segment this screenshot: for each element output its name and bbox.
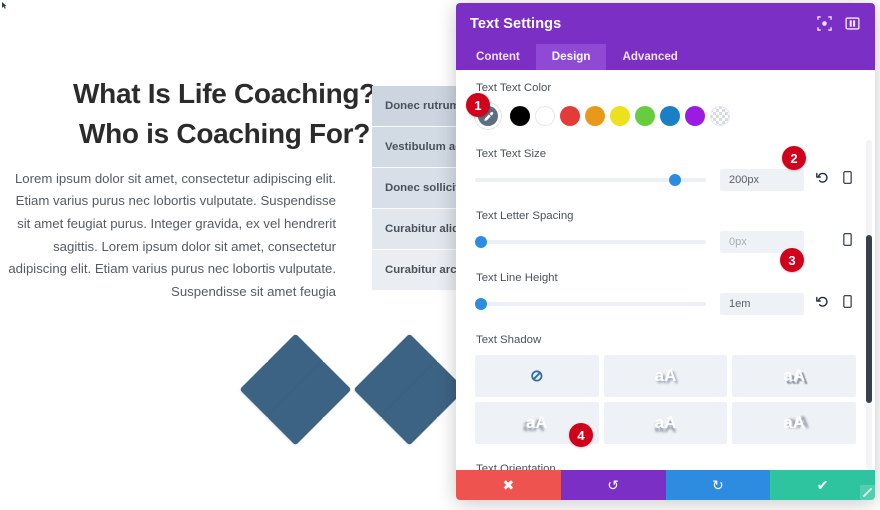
annotation-badge-1: 1 <box>466 93 490 117</box>
field-text-line-height: Text Line Height 1em <box>475 272 856 315</box>
field-label: Text Letter Spacing <box>476 210 574 222</box>
headline-line-1: What Is Life Coaching? <box>73 78 376 109</box>
swatch-orange[interactable] <box>585 106 605 126</box>
focus-icon[interactable] <box>816 15 833 32</box>
shadow-preview-glyph: aA <box>654 366 677 385</box>
mobile-icon[interactable] <box>838 233 856 251</box>
slider-knob[interactable] <box>669 174 682 186</box>
resize-handle-icon[interactable] <box>860 485 875 500</box>
modal-body: Text Text Color Text Text Size 200px Tex… <box>456 70 875 470</box>
field-label: Text Orientation <box>476 463 556 470</box>
shadow-preview-glyph: aA <box>783 366 806 385</box>
undo-icon[interactable] <box>813 171 831 189</box>
diamond-graphic-left <box>239 333 352 446</box>
tab-design[interactable]: Design <box>535 44 607 70</box>
redo-button[interactable]: ↻ <box>665 470 771 500</box>
mobile-icon[interactable] <box>838 171 856 189</box>
scrollbar-thumb[interactable] <box>866 235 872 403</box>
swatch-black[interactable] <box>510 106 530 126</box>
slider-track <box>475 240 706 244</box>
annotation-badge-4: 4 <box>569 423 593 447</box>
swatch-transparent[interactable] <box>710 106 730 126</box>
slider-row: 1em <box>475 293 856 315</box>
text-size-input[interactable]: 200px <box>720 169 804 191</box>
headline-line-2: Who is Coaching For? <box>78 117 371 149</box>
field-text-orientation: Text Orientation <box>475 463 856 470</box>
swatch-yellow[interactable] <box>610 106 630 126</box>
slider-knob[interactable] <box>475 298 487 310</box>
field-label: Text Line Height <box>476 272 558 284</box>
text-settings-modal: Text Settings Content Design Advanced Te… <box>456 3 875 500</box>
modal-header: Text Settings <box>456 3 875 44</box>
no-shadow-icon: ⊘ <box>530 368 544 385</box>
undo-icon[interactable] <box>813 295 831 313</box>
annotation-badge-3: 3 <box>780 248 804 272</box>
slider-track <box>475 302 706 306</box>
slider-knob[interactable] <box>475 236 487 248</box>
modal-tabs: Content Design Advanced <box>456 44 875 70</box>
swatch-red[interactable] <box>560 106 580 126</box>
undo-button[interactable]: ↺ <box>560 470 666 500</box>
field-text-shadow: Text Shadow ⊘ aA aA aA aA aA <box>475 334 856 444</box>
layout-columns-icon[interactable] <box>844 15 861 32</box>
field-label: Text Shadow <box>476 334 542 346</box>
cancel-button[interactable]: ✖ <box>456 470 561 500</box>
shadow-preview-glyph: aA <box>783 413 806 432</box>
shadow-none-option[interactable]: ⊘ <box>475 355 599 397</box>
diamond-graphic-right <box>353 333 466 446</box>
modal-title: Text Settings <box>470 15 562 32</box>
letter-spacing-slider[interactable] <box>475 234 706 250</box>
color-swatch-row <box>475 103 856 129</box>
shadow-bottom-option[interactable]: aA <box>603 402 728 444</box>
line-height-input[interactable]: 1em <box>720 293 804 315</box>
field-text-text-color: Text Text Color <box>475 82 856 129</box>
field-label: Text Text Color <box>476 82 552 94</box>
field-text-letter-spacing: Text Letter Spacing 0px <box>475 210 856 253</box>
swatch-blue[interactable] <box>660 106 680 126</box>
mouse-cursor-icon <box>2 2 7 9</box>
body-paragraph: Lorem ipsum dolor sit amet, consectetur … <box>8 170 336 300</box>
tab-advanced[interactable]: Advanced <box>606 44 693 70</box>
text-shadow-options: ⊘ aA aA aA aA aA <box>475 355 856 444</box>
line-height-slider[interactable] <box>475 296 706 312</box>
mobile-icon[interactable] <box>838 295 856 313</box>
modal-footer: ✖ ↺ ↻ ✔ <box>456 470 875 500</box>
slider-row: 200px <box>475 169 856 191</box>
swatch-green[interactable] <box>635 106 655 126</box>
shadow-right-option[interactable]: aA <box>732 402 856 444</box>
text-size-slider[interactable] <box>475 172 706 188</box>
page-title: What Is Life Coaching? Who is Coaching F… <box>52 74 397 154</box>
swatch-purple[interactable] <box>685 106 705 126</box>
tab-content[interactable]: Content <box>460 44 536 70</box>
shadow-hard-right-option[interactable]: aA <box>732 355 856 397</box>
shadow-soft-option[interactable]: aA <box>603 355 728 397</box>
shadow-preview-glyph: aA <box>654 413 677 432</box>
swatch-white[interactable] <box>535 106 555 126</box>
shadow-preview-glyph: aA <box>525 413 548 432</box>
annotation-badge-2: 2 <box>782 146 806 170</box>
